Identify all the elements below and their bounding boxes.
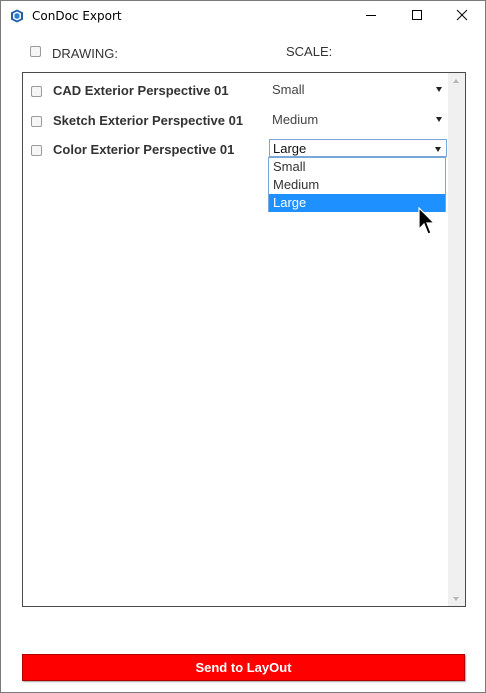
scale-select-open[interactable]: Large bbox=[269, 139, 447, 157]
mouse-pointer-icon bbox=[418, 206, 436, 242]
scale-value: Small bbox=[272, 82, 305, 97]
scale-select[interactable]: Medium bbox=[269, 110, 447, 128]
row-checkbox[interactable] bbox=[31, 116, 42, 127]
drawing-column-label: DRAWING: bbox=[52, 46, 118, 61]
scale-select[interactable]: Small bbox=[269, 80, 447, 98]
select-all-checkbox[interactable] bbox=[30, 46, 41, 57]
close-icon bbox=[456, 8, 468, 26]
vertical-scrollbar[interactable] bbox=[448, 73, 465, 606]
close-button[interactable] bbox=[439, 1, 485, 32]
column-header: DRAWING: SCALE: bbox=[1, 43, 485, 63]
chevron-down-icon bbox=[435, 147, 441, 152]
dropdown-option-medium[interactable]: Medium bbox=[269, 176, 445, 194]
scale-value: Medium bbox=[272, 112, 319, 127]
title-bar[interactable]: ConDoc Export bbox=[1, 1, 485, 32]
app-logo-icon bbox=[10, 9, 24, 23]
drawing-name: CAD Exterior Perspective 01 bbox=[53, 83, 229, 98]
scale-value: Large bbox=[273, 141, 307, 156]
maximize-icon bbox=[411, 8, 423, 26]
row-checkbox[interactable] bbox=[31, 86, 42, 97]
app-window: ConDoc Export DRAWING: SCALE: CAD Exteri… bbox=[0, 0, 486, 693]
drawing-name: Sketch Exterior Perspective 01 bbox=[53, 113, 244, 128]
minimize-icon bbox=[365, 8, 377, 26]
drawing-list: CAD Exterior Perspective 01 Small Sketch… bbox=[22, 72, 466, 607]
window-title: ConDoc Export bbox=[32, 9, 122, 23]
list-item: Sketch Exterior Perspective 01 Medium bbox=[23, 109, 448, 131]
send-to-layout-button[interactable]: Send to LayOut bbox=[22, 654, 465, 681]
scroll-up-icon[interactable] bbox=[453, 79, 459, 83]
chevron-down-icon bbox=[436, 117, 442, 122]
chevron-down-icon bbox=[436, 87, 442, 92]
maximize-button[interactable] bbox=[394, 1, 440, 32]
list-item: CAD Exterior Perspective 01 Small bbox=[23, 79, 448, 101]
scroll-down-icon[interactable] bbox=[453, 597, 459, 601]
drawing-name: Color Exterior Perspective 01 bbox=[53, 142, 235, 157]
scale-column-label: SCALE: bbox=[286, 44, 333, 59]
dropdown-option-small[interactable]: Small bbox=[269, 158, 445, 176]
scale-dropdown-list: Small Medium Large bbox=[268, 157, 446, 212]
row-checkbox[interactable] bbox=[31, 145, 42, 156]
minimize-button[interactable] bbox=[348, 1, 394, 32]
